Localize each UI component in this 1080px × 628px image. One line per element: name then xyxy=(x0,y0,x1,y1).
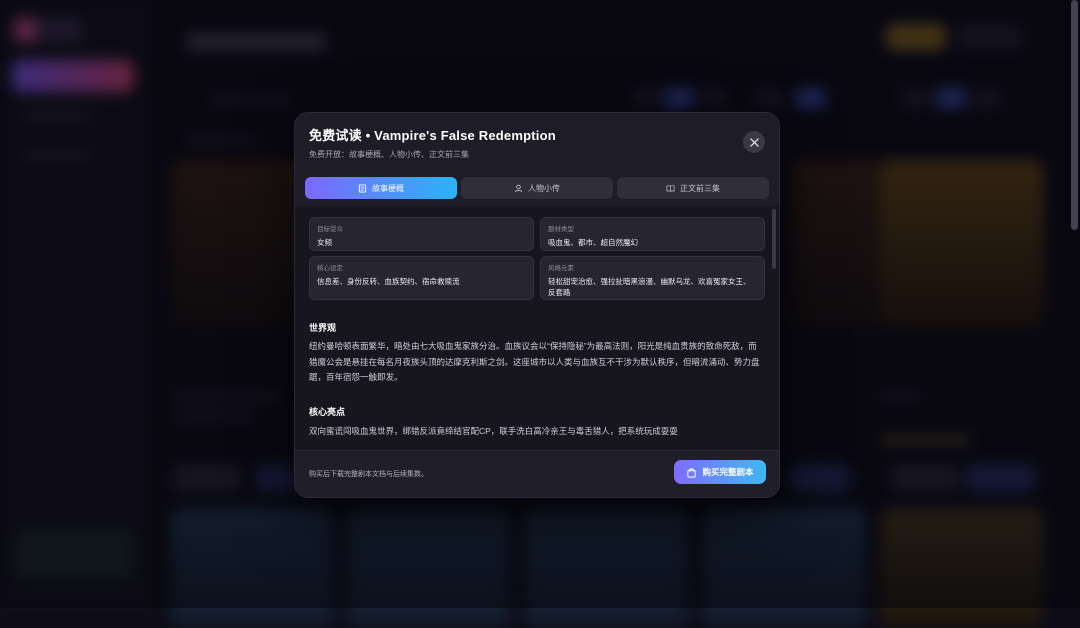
tab-label: 故事梗概 xyxy=(372,183,404,193)
buy-full-script-button[interactable]: 购买完整剧本 xyxy=(674,460,766,484)
close-icon xyxy=(749,137,759,147)
info-card-core-setting: 核心设定 信息差、身份反转、血族契约、宿命救赎流 xyxy=(309,256,534,300)
info-card-style: 风格元素 轻松甜宠治愈、强拉扯暗黑浪漫、幽默乌龙、欢喜冤家女王、反套路 xyxy=(540,256,765,300)
info-label: 题材类型 xyxy=(548,226,574,233)
section-title-highlights: 核心亮点 xyxy=(309,407,346,417)
info-label: 核心设定 xyxy=(317,265,343,272)
tab-bar: 故事梗概 人物小传 正文前三集 xyxy=(305,177,769,199)
section-text-highlights: 双向蜜谎闯吸血鬼世界，绑错反派竟缔结官配CP，联手洗白高冷亲王与毒舌猎人，把系统… xyxy=(309,426,678,436)
modal-title: 免费试读 • Vampire's False Redemption xyxy=(309,128,556,143)
free-trial-modal: 免费试读 • Vampire's False Redemption 免费开放：故… xyxy=(294,112,780,498)
info-label: 目标受众 xyxy=(317,226,343,233)
buy-button-label: 购买完整剧本 xyxy=(702,467,754,477)
info-card-audience: 目标受众 女频 xyxy=(309,217,534,251)
info-card-genre: 题材类型 吸血鬼、都市、超自然魔幻 xyxy=(540,217,765,251)
user-icon xyxy=(514,184,523,192)
modal-subtitle: 免费开放：故事梗概、人物小传、正文前三集 xyxy=(309,150,469,159)
info-label: 风格元素 xyxy=(548,265,574,272)
info-value: 轻松甜宠治愈、强拉扯暗黑浪漫、幽默乌龙、欢喜冤家女王、反套路 xyxy=(548,277,751,297)
info-value: 吸血鬼、都市、超自然魔幻 xyxy=(548,238,638,247)
modal-footer: 购买后下载完整剧本文档与后续集数。 购买完整剧本 xyxy=(295,450,779,497)
document-icon xyxy=(358,183,367,193)
close-button[interactable] xyxy=(743,131,765,153)
page-scrollbar[interactable] xyxy=(1071,0,1078,230)
tab-first-three-episodes[interactable]: 正文前三集 xyxy=(617,177,769,199)
modal-scrollbar[interactable] xyxy=(772,209,776,269)
shopping-bag-icon xyxy=(687,467,697,478)
tab-label: 人物小传 xyxy=(528,183,560,193)
book-icon xyxy=(666,184,675,192)
footer-note: 购买后下载完整剧本文档与后续集数。 xyxy=(309,471,428,478)
tab-label: 正文前三集 xyxy=(680,183,720,193)
tab-story-synopsis[interactable]: 故事梗概 xyxy=(305,177,457,199)
modal-header: 免费试读 • Vampire's False Redemption 免费开放：故… xyxy=(295,113,779,206)
info-value: 女频 xyxy=(317,238,332,247)
section-text-worldview: 纽约曼哈顿表面繁华，暗处由七大吸血鬼家族分治。血族议会以“保持隐秘”为最高法则，… xyxy=(309,341,760,382)
tab-character-bios[interactable]: 人物小传 xyxy=(461,177,613,199)
info-grid: 目标受众 女频 题材类型 吸血鬼、都市、超自然魔幻 核心设定 信息差、身份反转、… xyxy=(309,217,765,300)
section-title-worldview: 世界观 xyxy=(309,323,337,333)
info-value: 信息差、身份反转、血族契约、宿命救赎流 xyxy=(317,277,460,286)
modal-content: 目标受众 女频 题材类型 吸血鬼、都市、超自然魔幻 核心设定 信息差、身份反转、… xyxy=(295,206,779,450)
